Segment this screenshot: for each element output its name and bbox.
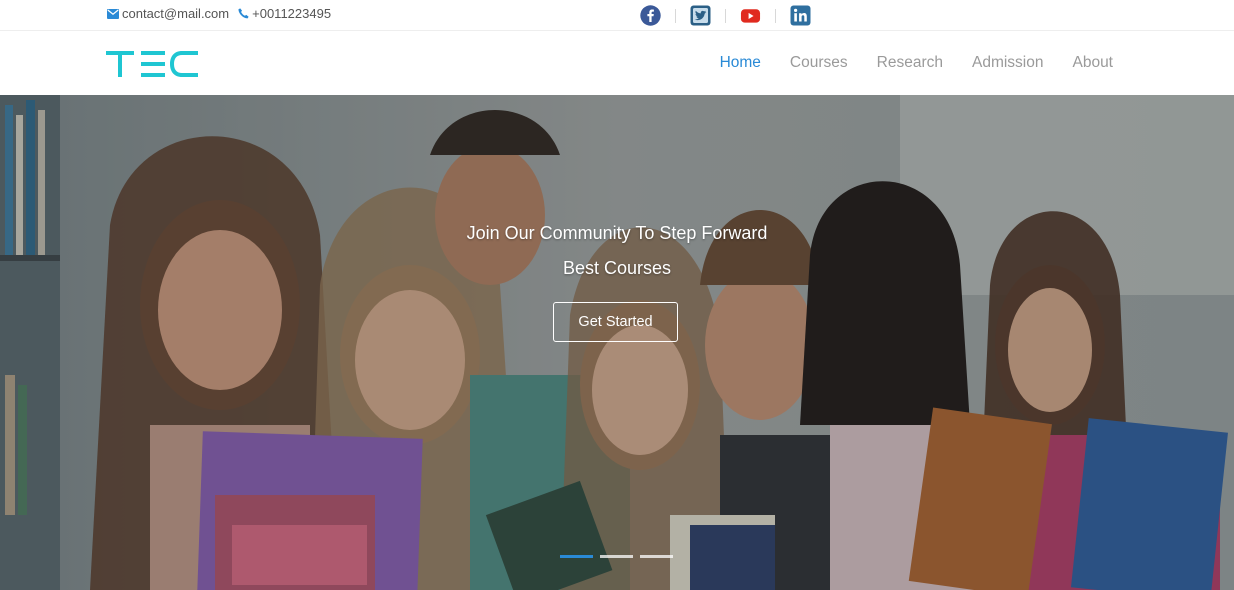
email-link[interactable]: contact@mail.com (122, 6, 229, 21)
linkedin-icon[interactable] (790, 5, 811, 26)
hero-title: Join Our Community To Step Forward (466, 223, 768, 243)
nav-courses[interactable]: Courses (790, 54, 848, 72)
tec-logo[interactable] (106, 49, 199, 84)
top-bar: contact@mail.com +0011223495 (0, 0, 1234, 31)
hero-overlay (0, 95, 1234, 590)
youtube-icon[interactable] (740, 5, 761, 26)
nav-research[interactable]: Research (877, 54, 943, 72)
phone-link[interactable]: +0011223495 (252, 6, 331, 21)
envelope-icon (107, 8, 119, 19)
phone-icon (238, 8, 249, 19)
get-started-button[interactable]: Get Started (553, 302, 678, 342)
hero-carousel: Join Our Community To Step Forward Best … (0, 95, 1234, 590)
nav-admission[interactable]: Admission (972, 54, 1044, 72)
nav-about[interactable]: About (1072, 54, 1113, 72)
facebook-icon[interactable] (640, 5, 661, 26)
social-divider (775, 8, 776, 23)
social-links (640, 4, 811, 27)
social-divider (675, 8, 676, 23)
main-navbar: Home Courses Research Admission About (0, 31, 1234, 95)
primary-nav: Home Courses Research Admission About (720, 54, 1113, 72)
carousel-indicator-1[interactable] (560, 555, 593, 558)
hero-subtitle: Best Courses (562, 258, 672, 278)
twitter-icon[interactable] (690, 5, 711, 26)
carousel-indicator-3[interactable] (640, 555, 673, 558)
nav-home[interactable]: Home (720, 54, 761, 72)
carousel-indicators (560, 555, 673, 558)
social-divider (725, 8, 726, 23)
carousel-indicator-2[interactable] (600, 555, 633, 558)
contact-info: contact@mail.com +0011223495 (107, 6, 331, 21)
